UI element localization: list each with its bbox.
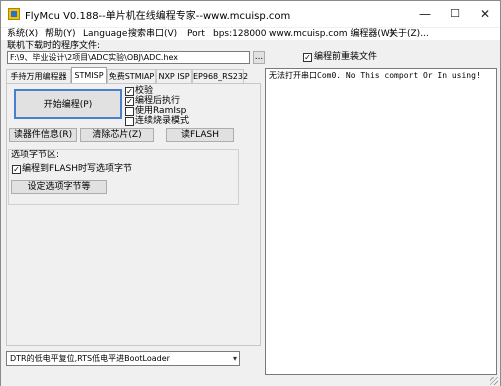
menu-bar: 系统(X) 帮助(Y) Language 搜索串口(V) Port bps:12…	[1, 28, 500, 40]
check-mark-icon: ✓	[304, 53, 311, 62]
tab-handheld-programmer[interactable]: 手持万用编程器	[6, 69, 71, 83]
reload-before-program-checkbox[interactable]: ✓	[303, 53, 312, 62]
close-button[interactable]: ✕	[470, 1, 500, 27]
maximize-button[interactable]: ☐	[440, 1, 470, 27]
use-ramisp-checkbox[interactable]	[125, 107, 134, 116]
menu-about[interactable]: 关于(Z)...	[389, 28, 429, 40]
menu-port[interactable]: Port	[187, 28, 205, 40]
read-device-info-button[interactable]: 读器件信息(R)	[9, 128, 77, 142]
continuous-burn-label: 连续烧录模式	[135, 116, 190, 126]
reload-before-program-label: 编程前重装文件	[314, 52, 378, 62]
flymcu-window: FlyMcu V0.188--单片机在线编程专家--www.mcuisp.com…	[0, 0, 501, 386]
window-title: FlyMcu V0.188--单片机在线编程专家--www.mcuisp.com	[25, 11, 291, 22]
start-programming-button[interactable]: 开始编程(P)	[14, 89, 122, 119]
reset-mode-value: DTR的低电平复位,RTS低电平进BootLoader	[10, 354, 170, 363]
hex-file-path-field[interactable]: F:\9、毕业设计\2项目\ADC实验\OBJ\ADC.hex	[7, 51, 250, 64]
write-option-bytes-label: 编程到FLASH时写选项字节	[22, 164, 133, 174]
option-bytes-group	[8, 149, 239, 205]
menu-baud-rate[interactable]: bps:128000	[213, 28, 267, 40]
status-bar	[1, 376, 500, 386]
menu-programmer[interactable]: www.mcuisp.com 编程器(W)	[269, 28, 393, 40]
title-bar: FlyMcu V0.188--单片机在线编程专家--www.mcuisp.com…	[1, 1, 500, 27]
reset-mode-select[interactable]: DTR的低电平复位,RTS低电平进BootLoader ▾	[6, 351, 240, 366]
run-after-program-checkbox[interactable]: ✓	[125, 97, 134, 106]
app-icon	[8, 8, 20, 20]
verify-checkbox[interactable]: ✓	[125, 87, 134, 96]
resize-grip-icon[interactable]	[490, 377, 498, 385]
output-log[interactable]: 无法打开串口Com0. No This comport Or In using!	[265, 68, 497, 375]
menu-language[interactable]: Language	[83, 28, 127, 40]
browse-button[interactable]: ...	[253, 51, 265, 64]
tab-ep968-rs232[interactable]: EP968_RS232	[192, 69, 248, 83]
read-flash-button[interactable]: 读FLASH	[166, 128, 234, 142]
check-mark-icon: ✓	[126, 97, 133, 106]
menu-system[interactable]: 系统(X)	[7, 28, 38, 40]
minimize-button[interactable]: —	[410, 1, 440, 27]
tab-free-stmiap[interactable]: 免费STMIAP	[107, 69, 156, 83]
continuous-burn-checkbox[interactable]	[125, 117, 134, 126]
tab-nxp-isp[interactable]: NXP ISP	[156, 69, 192, 83]
check-mark-icon: ✓	[13, 165, 20, 174]
erase-chip-button[interactable]: 清除芯片(Z)	[80, 128, 154, 142]
check-mark-icon: ✓	[126, 87, 133, 96]
set-option-bytes-button[interactable]: 设定选项字节等	[11, 180, 107, 194]
menu-search-port[interactable]: 搜索串口(V)	[128, 28, 177, 40]
tab-stmisp[interactable]: STMISP	[71, 67, 107, 83]
chevron-down-icon: ▾	[232, 354, 237, 363]
menu-help[interactable]: 帮助(Y)	[45, 28, 76, 40]
write-option-bytes-checkbox[interactable]: ✓	[12, 165, 21, 174]
